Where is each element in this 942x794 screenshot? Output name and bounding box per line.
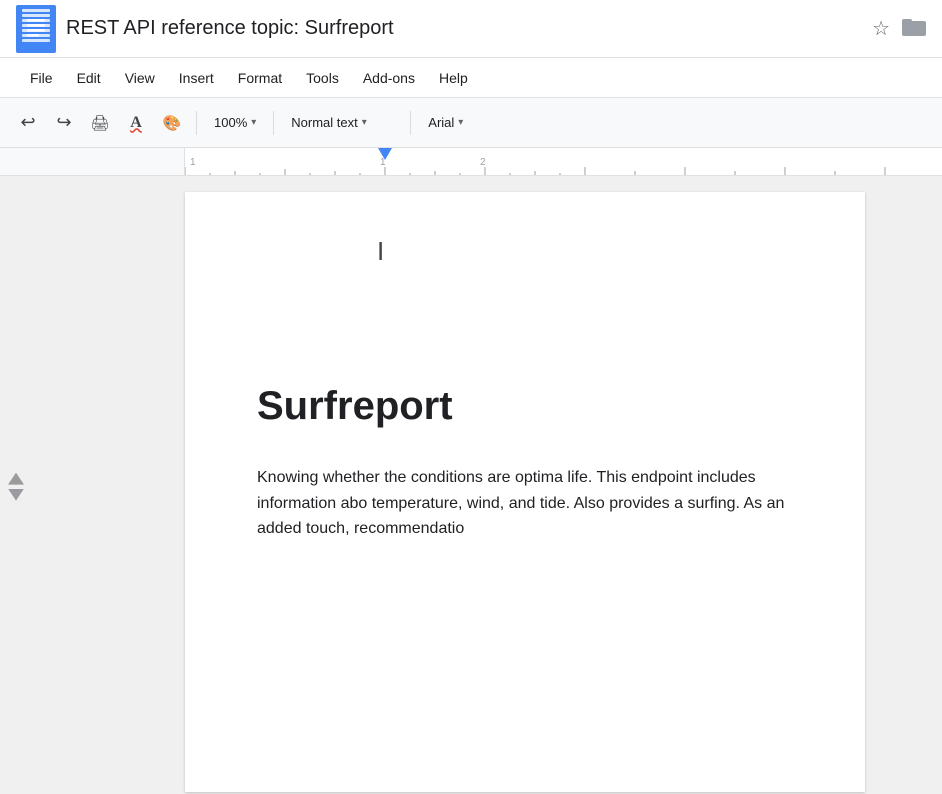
font-dropdown[interactable]: Arial ▾ xyxy=(419,107,499,139)
page-down-control[interactable] xyxy=(8,489,24,501)
zoom-dropdown-arrow: ▾ xyxy=(251,117,256,128)
left-sidebar xyxy=(0,176,185,794)
toolbar-sep-1 xyxy=(196,111,197,135)
svg-text:2: 2 xyxy=(480,157,486,168)
svg-text:1: 1 xyxy=(190,157,196,168)
right-overflow xyxy=(865,176,942,794)
title-bar: REST API reference topic: Surfreport ☆ xyxy=(0,0,942,58)
document-heading-block: Surfreport xyxy=(257,384,453,429)
menu-insert[interactable]: Insert xyxy=(169,66,224,90)
print-button[interactable]: 🖨 xyxy=(84,107,116,139)
toolbar: ↩ ↪ 🖨 A 🎨 100% ▾ Normal text ▾ Arial ▾ xyxy=(0,98,942,148)
menu-bar: File Edit View Insert Format Tools Add-o… xyxy=(0,58,942,98)
document-body: Knowing whether the conditions are optim… xyxy=(257,465,793,542)
ruler: 1 1 2 xyxy=(0,148,942,176)
text-style-arrow: ▾ xyxy=(362,117,367,128)
text-style-dropdown[interactable]: Normal text ▾ xyxy=(282,107,402,139)
toolbar-sep-2 xyxy=(273,111,274,135)
document-page[interactable]: I Surfreport Knowing whether the conditi… xyxy=(185,192,865,792)
document-title: REST API reference topic: Surfreport xyxy=(66,17,862,40)
menu-format[interactable]: Format xyxy=(228,66,292,90)
title-icons: ☆ xyxy=(872,16,926,42)
paintformat-icon: 🎨 xyxy=(163,114,182,132)
spellcheck-underline xyxy=(257,421,453,427)
undo-icon: ↩ xyxy=(20,112,35,133)
menu-edit[interactable]: Edit xyxy=(67,66,111,90)
menu-tools[interactable]: Tools xyxy=(296,66,349,90)
font-arrow: ▾ xyxy=(458,117,463,128)
print-icon: 🖨 xyxy=(90,114,109,132)
menu-file[interactable]: File xyxy=(20,66,63,90)
spellcheck-button[interactable]: A xyxy=(120,107,152,139)
app-icon xyxy=(16,5,56,53)
redo-button[interactable]: ↪ xyxy=(48,107,80,139)
zoom-dropdown[interactable]: 100% ▾ xyxy=(205,107,265,139)
star-icon[interactable]: ☆ xyxy=(872,16,890,41)
content-area: I Surfreport Knowing whether the conditi… xyxy=(0,176,942,794)
folder-icon[interactable] xyxy=(902,16,926,42)
text-cursor: I xyxy=(377,236,384,267)
menu-addons[interactable]: Add-ons xyxy=(353,66,425,90)
toolbar-sep-3 xyxy=(410,111,411,135)
paintformat-button[interactable]: 🎨 xyxy=(156,107,188,139)
zoom-level-label: 100% xyxy=(214,115,247,130)
page-up-control[interactable] xyxy=(8,473,24,485)
undo-button[interactable]: ↩ xyxy=(12,107,44,139)
sidebar-controls xyxy=(8,473,24,501)
menu-view[interactable]: View xyxy=(115,66,165,90)
redo-icon: ↪ xyxy=(56,112,71,133)
text-style-label: Normal text xyxy=(291,115,357,130)
font-label: Arial xyxy=(428,115,454,130)
menu-help[interactable]: Help xyxy=(429,66,478,90)
spellcheck-icon: A xyxy=(130,114,142,132)
